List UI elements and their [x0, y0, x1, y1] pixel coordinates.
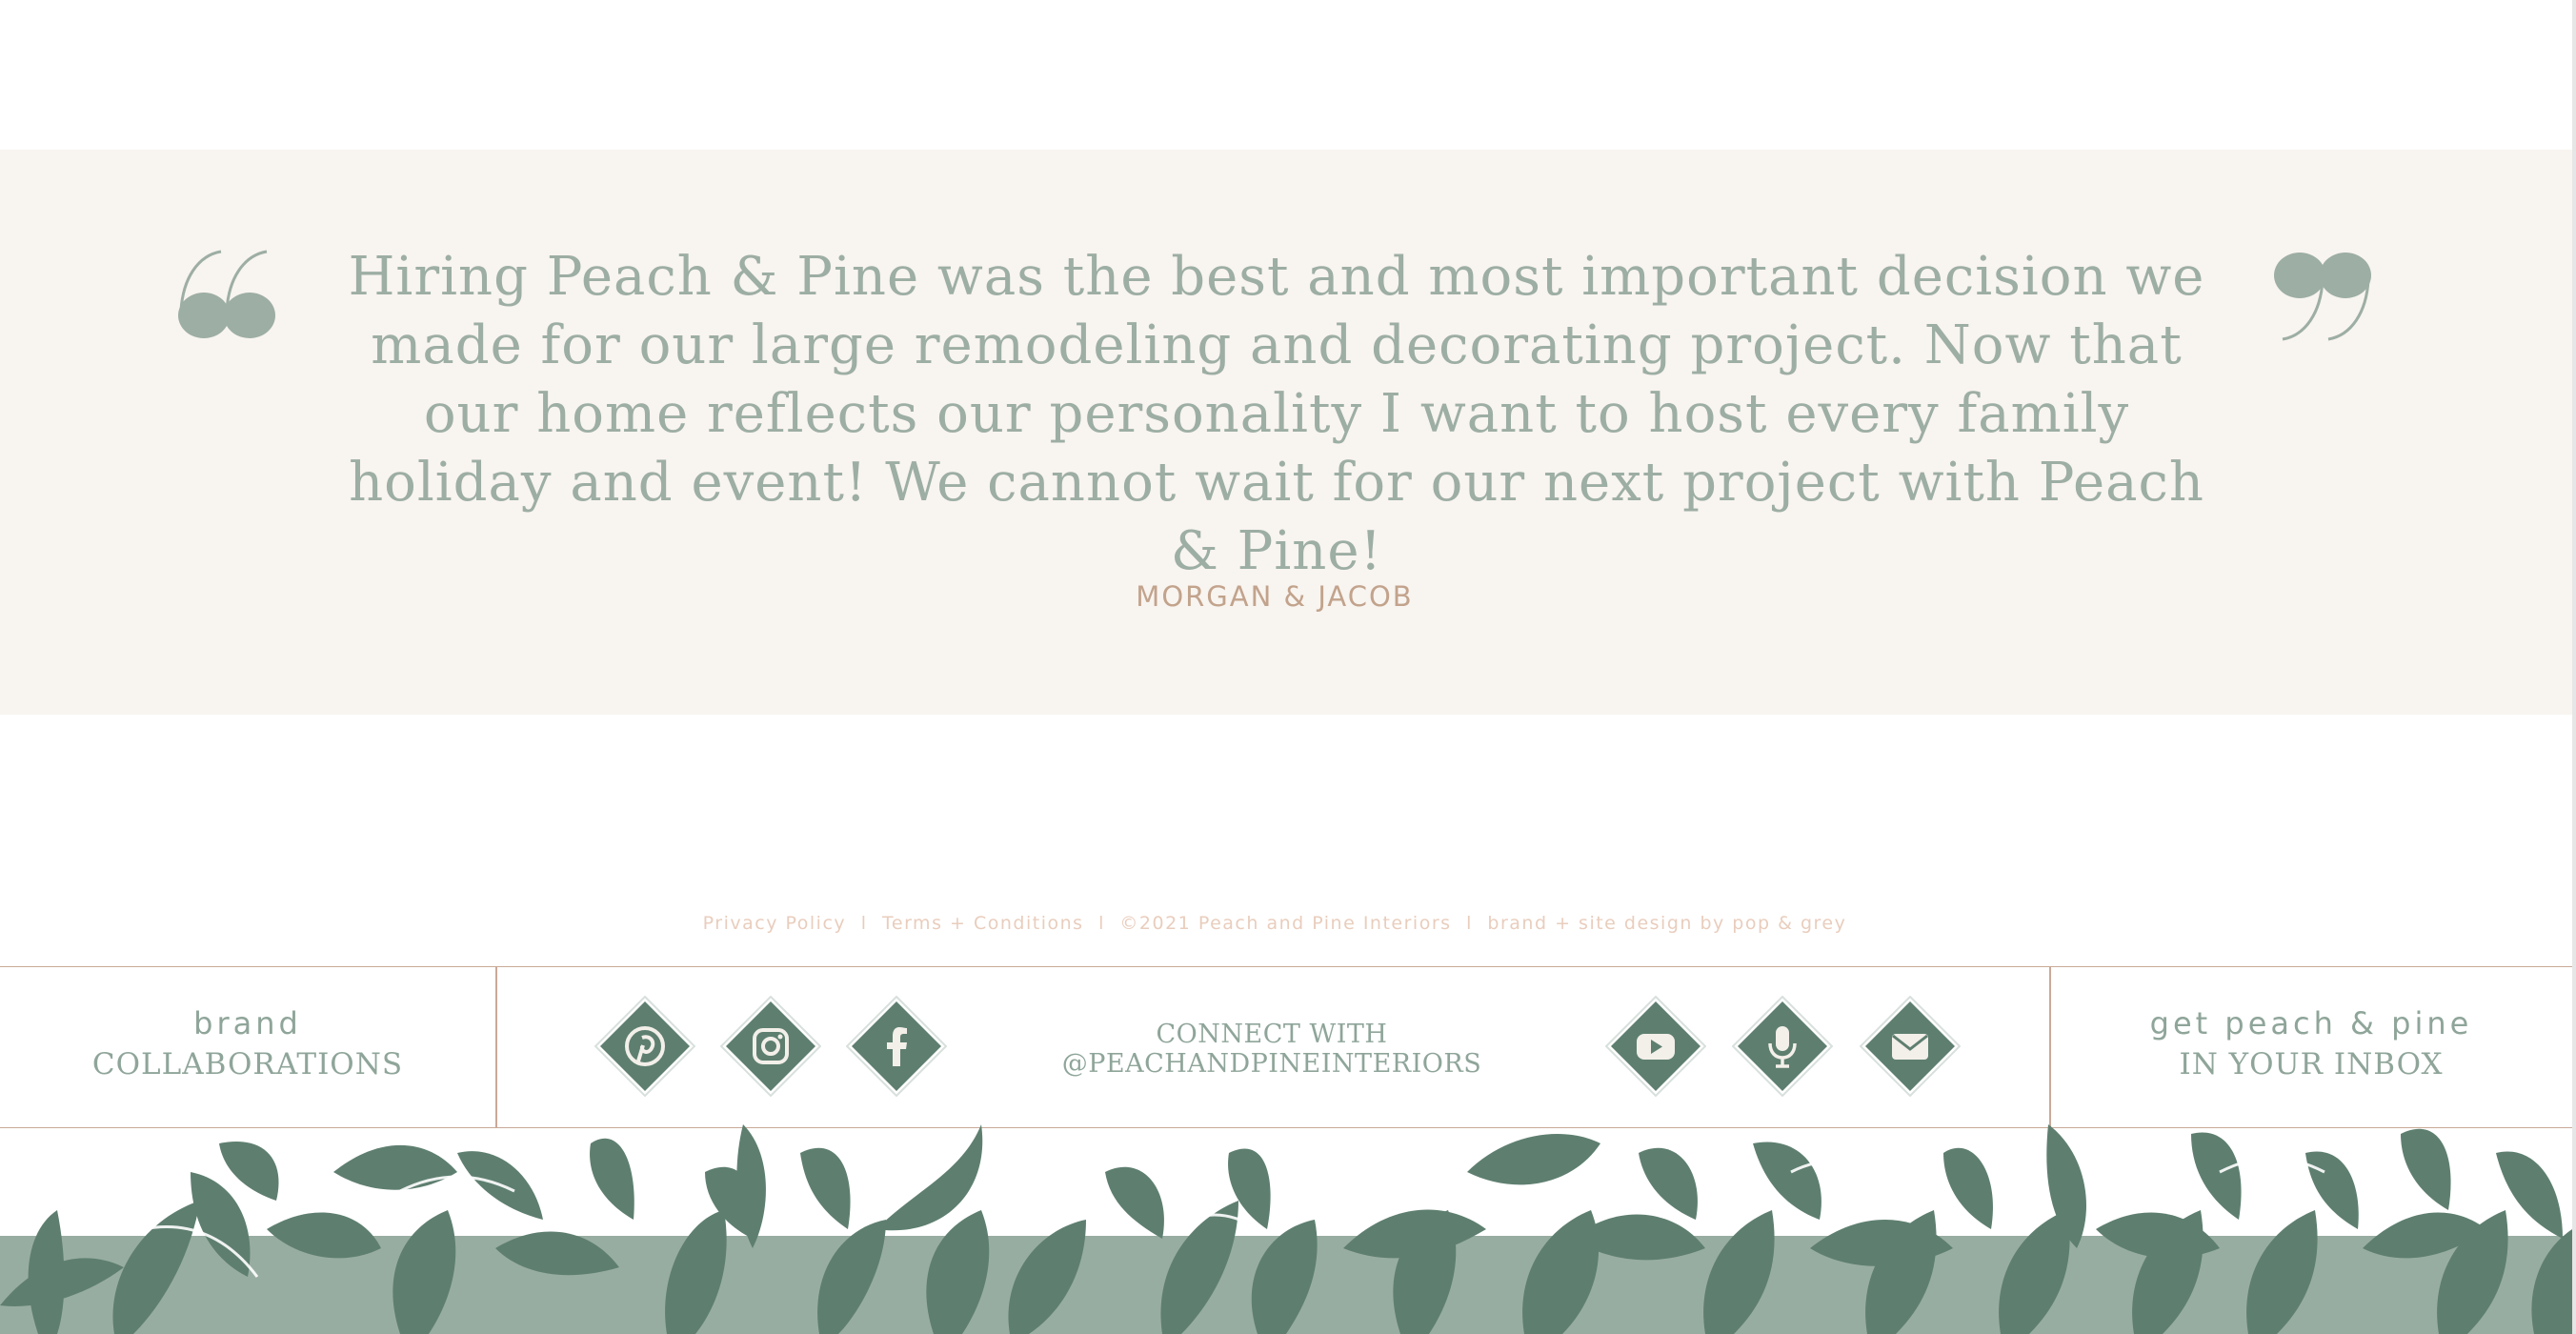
- brand-collaborations-link[interactable]: brand COLLABORATIONS: [0, 967, 495, 1127]
- podcast-link[interactable]: [1732, 996, 1833, 1097]
- design-credit-link[interactable]: brand + site design by pop & grey: [1487, 913, 1846, 934]
- connect-with-handle[interactable]: CONNECT WITH @PEACHANDPINEINTERIORS: [1034, 1020, 1510, 1079]
- pinterest-icon: [594, 996, 695, 1097]
- close-quote-icon: [2274, 253, 2371, 341]
- instagram-handle: @PEACHANDPINEINTERIORS: [1061, 1049, 1482, 1079]
- testimonial-section: Hiring Peach & Pine was the best and mos…: [0, 150, 2572, 715]
- youtube-link[interactable]: [1605, 996, 1706, 1097]
- copyright-text: ©2021 Peach and Pine Interiors: [1119, 913, 1452, 934]
- privacy-policy-link[interactable]: Privacy Policy: [703, 913, 846, 934]
- collab-big-label: COLLABORATIONS: [91, 1047, 404, 1081]
- legal-separator: l: [860, 913, 868, 934]
- pinterest-link[interactable]: [594, 996, 695, 1097]
- collab-small-label: brand: [193, 1005, 302, 1041]
- terms-conditions-link[interactable]: Terms + Conditions: [882, 913, 1084, 934]
- leaf-pattern-decoration: [0, 1124, 2572, 1334]
- inbox-small-label: get peach & pine: [2149, 1005, 2473, 1041]
- open-quote-icon: [178, 250, 275, 338]
- podcast-microphone-icon: [1732, 996, 1833, 1097]
- page-scrollbar[interactable]: [2572, 0, 2576, 1334]
- facebook-icon: [846, 996, 947, 1097]
- newsletter-signup-link[interactable]: get peach & pine IN YOUR INBOX: [2050, 967, 2572, 1127]
- testimonial-author: MORGAN & JACOB: [1136, 580, 1414, 613]
- footer-connect-band: brand COLLABORATIONS CONNECT WITH @PEACH…: [0, 966, 2572, 1128]
- connect-line1: CONNECT WITH: [1156, 1020, 1388, 1049]
- youtube-icon: [1605, 996, 1706, 1097]
- facebook-link[interactable]: [846, 996, 947, 1097]
- inbox-big-label: IN YOUR INBOX: [2179, 1047, 2444, 1081]
- email-icon: [1860, 996, 1961, 1097]
- testimonial-quote: Hiring Peach & Pine was the best and mos…: [348, 246, 2205, 582]
- email-link[interactable]: [1860, 996, 1961, 1097]
- divider: [495, 967, 497, 1127]
- legal-separator: l: [1098, 913, 1105, 934]
- legal-separator: l: [1466, 913, 1473, 934]
- instagram-link[interactable]: [720, 996, 821, 1097]
- footer-legal-links: Privacy Policy l Terms + Conditions l ©2…: [0, 913, 2549, 934]
- instagram-icon: [720, 996, 821, 1097]
